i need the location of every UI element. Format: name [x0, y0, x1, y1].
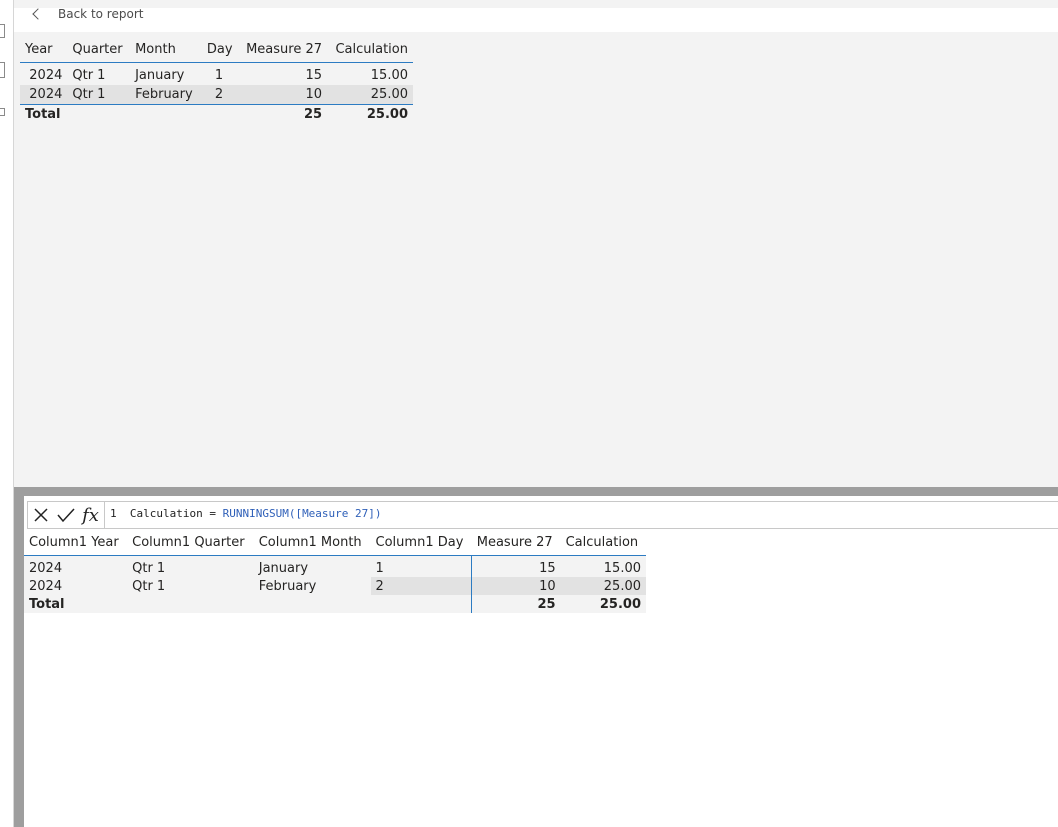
formula-bar: fx 1 Calculation = RUNNINGSUM([Measure 2… [27, 501, 1058, 529]
cell-year: 2024 [29, 578, 63, 594]
cell-month: January [135, 68, 185, 83]
cell-month: February [258, 578, 317, 594]
cell-calculation: 25.00 [560, 577, 646, 595]
table-row[interactable]: 2024 Qtr 1 January 1 15 15.00 [20, 66, 413, 85]
table-row[interactable]: 2024 Qtr 1 February 2 10 25.00 [20, 85, 413, 105]
column-header[interactable]: Column1 Day [370, 530, 472, 556]
cell-calculation: 15.00 [603, 560, 641, 576]
pane-splitter[interactable] [14, 487, 1058, 496]
page-icon[interactable] [0, 24, 5, 38]
grid-header-row: Column1 Year Column1 Quarter Column1 Mon… [24, 530, 646, 556]
line-number: 1 [110, 507, 117, 520]
column-header[interactable]: Measure 27 [237, 37, 328, 63]
back-label: Back to report [58, 7, 144, 21]
cell-measure: 10 [471, 577, 561, 595]
cell-quarter: Qtr 1 [132, 578, 166, 594]
left-rail [0, 0, 14, 827]
column-header[interactable]: Column1 Month [253, 530, 371, 556]
grid-row[interactable]: 2024 Qtr 1 February 2 10 25.00 [24, 577, 646, 595]
grid-total-row: Total 25 25.00 [24, 595, 646, 613]
grid-row[interactable]: 2024 Qtr 1 January 1 15 15.00 [24, 559, 646, 577]
report-canvas: Back to report Year Quarter Month Day Me… [14, 0, 1058, 487]
total-measure: 25 [237, 104, 328, 124]
cell-quarter: Qtr 1 [132, 560, 166, 576]
cell-day: 2 [370, 577, 472, 595]
commit-button[interactable] [53, 502, 78, 528]
close-icon [33, 508, 48, 522]
cell-measure: 10 [237, 85, 328, 105]
cell-calculation: 15.00 [370, 68, 408, 83]
cell-year: 2024 [29, 560, 63, 576]
total-calculation: 25.00 [327, 104, 413, 124]
table-icon[interactable] [0, 62, 5, 78]
table-header-row: Year Quarter Month Day Measure 27 Calcul… [20, 37, 413, 63]
fx-icon: fx [82, 504, 99, 526]
cell-year: 2024 [29, 68, 63, 83]
total-row: Total 25 25.00 [20, 104, 413, 124]
column-header[interactable]: Column1 Year [24, 530, 128, 556]
fx-button[interactable]: fx [78, 502, 103, 528]
cell-quarter: Qtr 1 [67, 85, 131, 105]
total-label: Total [29, 596, 65, 612]
cell-measure: 15 [305, 68, 323, 83]
total-measure: 25 [471, 595, 561, 613]
column-header[interactable]: Quarter [67, 37, 131, 63]
results-grid: Column1 Year Column1 Quarter Column1 Mon… [24, 530, 646, 613]
cell-month: February [130, 85, 201, 105]
formula-prefix: Calculation = [129, 507, 223, 520]
report-table: Year Quarter Month Day Measure 27 Calcul… [20, 37, 413, 124]
cell-day: 1 [214, 68, 224, 83]
cell-quarter: Qtr 1 [72, 68, 106, 83]
total-calculation: 25.00 [599, 596, 641, 612]
cell-measure: 15 [471, 559, 561, 577]
back-to-report-link[interactable]: Back to report [30, 4, 143, 24]
column-header[interactable]: Day [200, 37, 238, 63]
column-header[interactable]: Measure 27 [471, 530, 561, 556]
cell-calculation: 25.00 [327, 85, 413, 105]
lower-pane-border [14, 496, 24, 827]
column-header[interactable]: Month [130, 37, 201, 63]
formula-function: RUNNINGSUM([Measure 27]) [222, 507, 382, 520]
cell-day: 1 [375, 560, 384, 576]
total-label: Total [20, 104, 68, 124]
column-header[interactable]: Column1 Quarter [127, 530, 254, 556]
column-header[interactable]: Calculation [327, 37, 413, 63]
check-icon [56, 508, 75, 523]
cell-month: January [258, 560, 309, 576]
model-icon[interactable] [0, 108, 5, 116]
formula-buttons: fx [28, 502, 105, 528]
query-pane: fx 1 Calculation = RUNNINGSUM([Measure 2… [24, 496, 1058, 827]
column-header[interactable]: Calculation [560, 530, 646, 556]
back-bar: Back to report [14, 0, 1058, 32]
cell-year: 2024 [20, 85, 68, 105]
cell-day: 2 [200, 85, 238, 105]
chevron-left-icon [32, 8, 44, 20]
column-header[interactable]: Year [20, 37, 68, 63]
formula-input[interactable]: 1 Calculation = RUNNINGSUM([Measure 27]) [110, 502, 382, 528]
cancel-button[interactable] [28, 502, 53, 528]
